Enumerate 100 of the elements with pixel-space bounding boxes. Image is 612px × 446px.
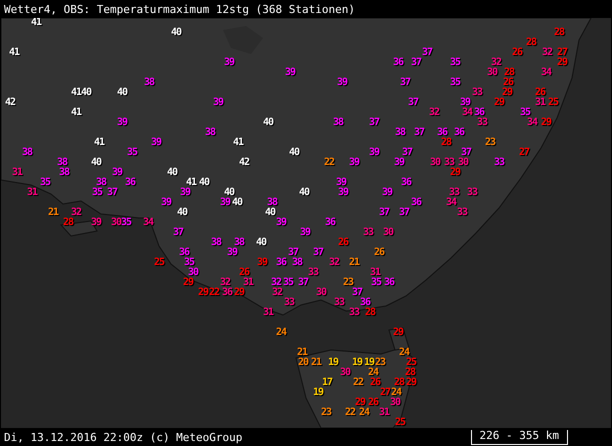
temperature-label: 33 [467,188,478,197]
temperature-label: 30 [316,288,326,297]
temperature-label: 22 [353,378,364,387]
temperature-label: 40 [199,178,210,187]
temperature-label: 37 [408,98,418,107]
temperature-label: 40 [91,158,102,167]
temperature-label: 39 [224,58,234,67]
temperature-label: 41 [186,178,196,187]
temperature-label: 30 [430,158,440,167]
temperature-label: 37 [288,248,298,257]
scale-bar: 226 - 355 km [470,430,568,444]
temperature-label: 19 [352,358,362,367]
temperature-label: 39 [117,118,128,127]
temperature-label: 32 [220,278,230,287]
temperature-label: 23 [321,408,332,417]
temperature-label: 31 [370,268,380,277]
temperature-label: 35 [283,278,294,287]
temperature-label: 30 [390,398,400,407]
temperature-label: 34 [462,108,472,117]
temperature-label: 21 [297,348,308,357]
temperature-label: 40 [256,238,266,247]
temperature-label: 26 [368,398,378,407]
temperature-label: 37 [298,278,308,287]
temperature-label: 39 [180,188,190,197]
temperature-label: 37 [352,288,362,297]
temperature-label: 38 [59,168,70,177]
temperature-label: 27 [519,148,530,157]
temperature-label: 30 [383,228,394,237]
temperature-label: 39 [91,218,102,227]
temperature-label: 29 [450,168,460,177]
temperature-label: 41 [71,88,82,97]
temperature-label: 26 [512,48,522,57]
temperature-label: 29 [393,328,404,337]
temperature-label: 39 [213,98,224,107]
temperature-label: 28 [405,368,416,377]
temperature-label: 38 [234,238,244,247]
temperature-label: 39 [300,228,310,237]
temperature-label: 39 [112,168,122,177]
temperature-label: 38 [96,178,106,187]
temperature-label: 38 [144,78,154,87]
temperature-label: 30 [340,368,350,377]
temperature-label: 19 [328,358,338,367]
temperature-label: 40 [224,188,234,197]
temperature-label: 40 [232,198,242,207]
temperature-label: 22 [324,158,334,167]
temperature-label: 39 [220,198,230,207]
temperature-label: 33 [334,298,344,307]
temperature-label: 33 [472,88,482,97]
temperature-label: 23 [485,138,496,147]
temperature-label: 37 [422,48,432,57]
temperature-label: 29 [557,58,568,67]
temperature-label: 36 [393,58,404,67]
temperature-label: 37 [399,208,410,217]
temperature-label: 29 [234,288,244,297]
temperature-label: 23 [343,278,354,287]
temperature-label: 33 [477,118,488,127]
temperature-label: 39 [382,188,392,197]
temperature-label: 38 [205,128,216,137]
temperature-label: 39 [276,218,286,227]
temperature-label: 24 [368,368,378,377]
temperature-label: 29 [502,88,512,97]
temperature-label: 27 [380,388,390,397]
temperature-label: 26 [338,238,348,247]
temperature-label: 29 [494,98,504,107]
temperature-label: 36 [222,288,232,297]
temperature-label: 37 [400,78,410,87]
temperature-label: 39 [337,78,348,87]
temperature-label: 24 [359,408,370,417]
temperature-label: 33 [308,268,318,277]
temperature-label: 24 [276,328,286,337]
temperature-label: 24 [391,388,402,397]
temperature-label: 35 [371,278,382,287]
temperature-label: 23 [375,358,386,367]
temperature-label: 39 [460,98,470,107]
temperature-label: 26 [374,248,384,257]
temperature-label: 31 [535,98,546,107]
footer-text: Di, 13.12.2016 22:00z (c) MeteoGroup [4,430,242,444]
temperature-label: 40 [167,168,178,177]
temperature-label: 28 [554,28,564,37]
temperature-label: 35 [121,218,132,227]
temperature-label: 24 [399,348,410,357]
temperature-label: 32 [329,258,340,267]
temperature-label: 35 [450,58,460,67]
temperature-label: 27 [557,48,568,57]
temperature-label: 37 [173,228,184,237]
temperature-label: 33 [449,188,460,197]
temperature-label: 36 [360,298,370,307]
temperature-label: 33 [349,308,360,317]
temperature-label: 35 [40,178,50,187]
temperature-label: 39 [285,68,296,77]
temperature-label: 33 [457,208,468,217]
temperature-label: 41 [71,108,82,117]
temperature-label: 40 [265,208,276,217]
temperature-label: 41 [9,48,20,57]
temperature-label: 19 [313,388,324,397]
temperature-label: 25 [406,358,416,367]
temperature-label: 35 [184,258,194,267]
temperature-label: 36 [401,178,412,187]
temperature-label: 21 [48,208,58,217]
temperature-label: 32 [272,288,282,297]
